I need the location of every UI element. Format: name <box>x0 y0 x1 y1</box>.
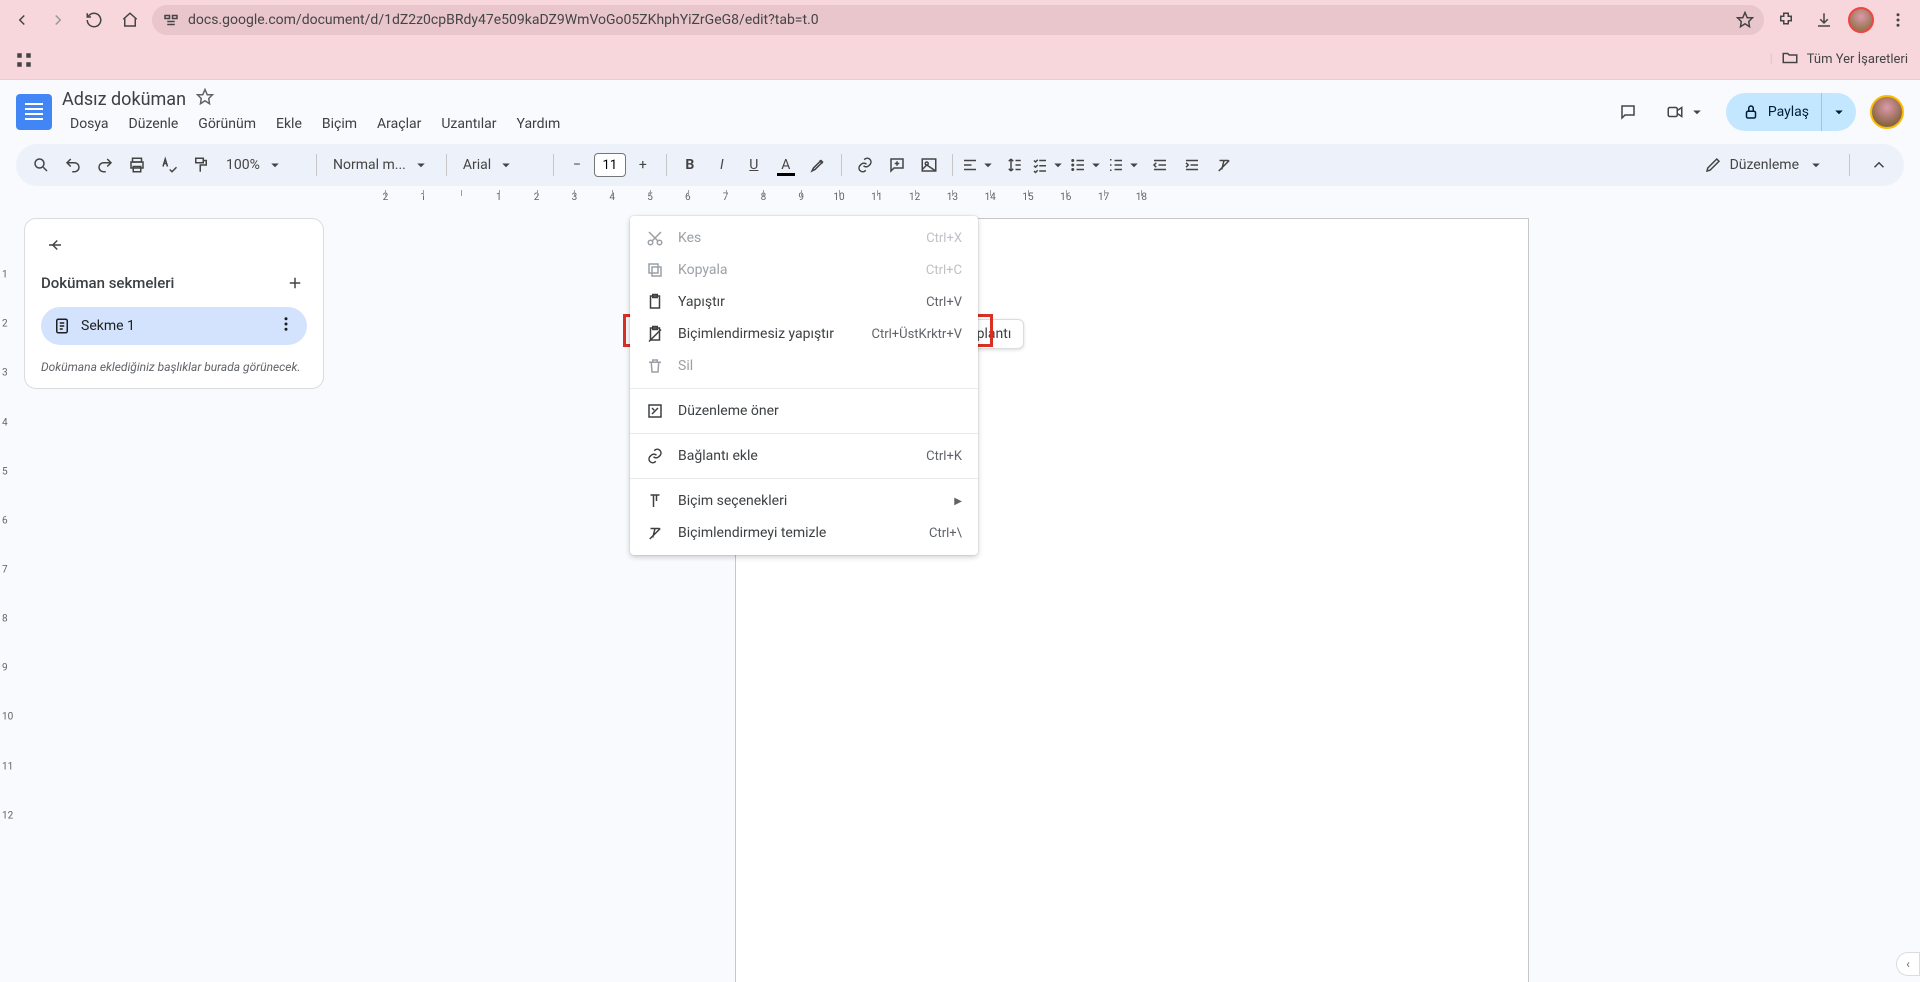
collapse-toolbar-icon[interactable] <box>1864 150 1894 180</box>
ctx-format-options[interactable]: Biçim seçenekleri ▶ <box>630 485 978 517</box>
font-select[interactable]: Arial <box>455 150 545 180</box>
ctx-insert-link[interactable]: Bağlantı ekle Ctrl+K <box>630 440 978 472</box>
menu-extensions[interactable]: Uzantılar <box>433 112 504 136</box>
bookmarks-bar: | Tüm Yer İşaretleri <box>0 40 1920 80</box>
ctx-suggest-edit[interactable]: Düzenleme öner <box>630 395 978 427</box>
ctx-copy: Kopyala Ctrl+C <box>630 254 978 286</box>
indent-increase-icon[interactable] <box>1177 150 1207 180</box>
font-size-increase[interactable]: + <box>628 150 658 180</box>
docs-logo-icon[interactable] <box>16 94 52 130</box>
add-tab-icon[interactable] <box>283 271 307 295</box>
docs-titlebar: Adsız doküman Dosya Düzenle Görünüm Ekle… <box>0 80 1920 136</box>
account-avatar[interactable] <box>1870 95 1904 129</box>
paragraph-style-select[interactable]: Normal m... <box>325 150 438 180</box>
formatting-toolbar: 100% Normal m... Arial − + B I U A <box>16 144 1904 186</box>
url-text: docs.google.com/document/d/1dZ2z0cpBRdy4… <box>188 12 819 28</box>
site-settings-icon[interactable] <box>162 11 180 29</box>
search-icon[interactable] <box>26 150 56 180</box>
underline-icon[interactable]: U <box>739 150 769 180</box>
numbered-list-icon[interactable] <box>1107 150 1143 180</box>
font-size-input[interactable] <box>594 153 626 177</box>
menu-file[interactable]: Dosya <box>62 112 117 136</box>
link-icon <box>646 447 664 465</box>
tab-chip-label: Sekme 1 <box>81 318 135 334</box>
side-panel-toggle[interactable]: ‹ <box>1896 952 1920 976</box>
sidebar-note: Dokümana eklediğiniz başlıklar burada gö… <box>41 359 307 376</box>
star-icon[interactable] <box>196 88 214 110</box>
spellcheck-icon[interactable] <box>154 150 184 180</box>
zoom-select[interactable]: 100% <box>218 150 308 180</box>
submenu-arrow-icon: ▶ <box>954 496 962 507</box>
edit-mode-select[interactable]: Düzenleme <box>1694 149 1835 181</box>
insert-image-icon[interactable] <box>914 150 944 180</box>
profile-avatar[interactable] <box>1848 7 1874 33</box>
highlight-icon[interactable] <box>803 150 833 180</box>
paste-unformatted-icon <box>646 325 664 343</box>
copy-icon <box>646 261 664 279</box>
document-title[interactable]: Adsız doküman <box>62 89 186 110</box>
italic-icon[interactable]: I <box>707 150 737 180</box>
cut-icon <box>646 229 664 247</box>
reload-button[interactable] <box>80 6 108 34</box>
tab-doc-icon <box>53 317 71 335</box>
comments-icon[interactable] <box>1610 94 1646 130</box>
bullet-list-icon[interactable] <box>1069 150 1105 180</box>
tab-chip-active[interactable]: Sekme 1 <box>41 307 307 345</box>
ctx-delete: Sil <box>630 350 978 382</box>
text-color-icon[interactable]: A <box>771 150 801 180</box>
share-button-label: Paylaş <box>1768 104 1809 120</box>
suggest-icon <box>646 402 664 420</box>
address-bar[interactable]: docs.google.com/document/d/1dZ2z0cpBRdy4… <box>152 5 1764 35</box>
tab-overflow-icon[interactable] <box>277 315 295 337</box>
bold-icon[interactable]: B <box>675 150 705 180</box>
font-size-decrease[interactable]: − <box>562 150 592 180</box>
context-menu: Kes Ctrl+X Kopyala Ctrl+C Yapıştır Ctrl+… <box>630 216 978 555</box>
line-spacing-icon[interactable] <box>999 150 1029 180</box>
ctx-paste[interactable]: Yapıştır Ctrl+V <box>630 286 978 318</box>
document-tabs-sidebar: Doküman sekmeleri Sekme 1 Dokümana ekled… <box>24 218 324 389</box>
back-button[interactable] <box>8 6 36 34</box>
menu-view[interactable]: Görünüm <box>190 112 264 136</box>
menu-edit[interactable]: Düzenle <box>121 112 187 136</box>
meet-icon[interactable] <box>1660 94 1712 130</box>
downloads-icon[interactable] <box>1810 6 1838 34</box>
share-button[interactable]: Paylaş <box>1726 93 1856 131</box>
indent-decrease-icon[interactable] <box>1145 150 1175 180</box>
print-icon[interactable] <box>122 150 152 180</box>
sidebar-back-icon[interactable] <box>41 231 69 259</box>
chrome-menu-icon[interactable] <box>1884 6 1912 34</box>
extensions-icon[interactable] <box>1772 6 1800 34</box>
ctx-clear-formatting[interactable]: Biçimlendirmeyi temizle Ctrl+\ <box>630 517 978 549</box>
paint-format-icon[interactable] <box>186 150 216 180</box>
star-icon[interactable] <box>1736 11 1754 29</box>
insert-link-icon[interactable] <box>850 150 880 180</box>
horizontal-ruler[interactable]: 21123456789101112131415161718 <box>16 190 1920 206</box>
clear-format-icon <box>646 524 664 542</box>
align-icon[interactable] <box>961 150 997 180</box>
redo-icon[interactable] <box>90 150 120 180</box>
sidebar-title: Doküman sekmeleri <box>41 274 174 292</box>
apps-icon[interactable] <box>12 48 36 72</box>
folder-icon <box>1781 49 1799 71</box>
insert-comment-icon[interactable] <box>882 150 912 180</box>
format-options-icon <box>646 492 664 510</box>
clear-format-icon[interactable] <box>1209 150 1239 180</box>
delete-icon <box>646 357 664 375</box>
undo-icon[interactable] <box>58 150 88 180</box>
ctx-paste-unformatted[interactable]: Biçimlendirmesiz yapıştır Ctrl+ÜstKrktr+… <box>630 318 978 350</box>
menu-format[interactable]: Biçim <box>314 112 365 136</box>
menu-help[interactable]: Yardım <box>509 112 569 136</box>
checklist-icon[interactable] <box>1031 150 1067 180</box>
share-dropdown-caret[interactable] <box>1821 93 1848 131</box>
menu-tools[interactable]: Araçlar <box>369 112 429 136</box>
home-button[interactable] <box>116 6 144 34</box>
paste-icon <box>646 293 664 311</box>
menu-insert[interactable]: Ekle <box>268 112 310 136</box>
menubar: Dosya Düzenle Görünüm Ekle Biçim Araçlar… <box>62 112 1600 136</box>
all-bookmarks-link[interactable]: Tüm Yer İşaretleri <box>1807 52 1908 67</box>
vertical-ruler[interactable]: 123456789101112 <box>0 206 16 982</box>
browser-toolbar: docs.google.com/document/d/1dZ2z0cpBRdy4… <box>0 0 1920 40</box>
forward-button[interactable] <box>44 6 72 34</box>
ctx-cut: Kes Ctrl+X <box>630 222 978 254</box>
